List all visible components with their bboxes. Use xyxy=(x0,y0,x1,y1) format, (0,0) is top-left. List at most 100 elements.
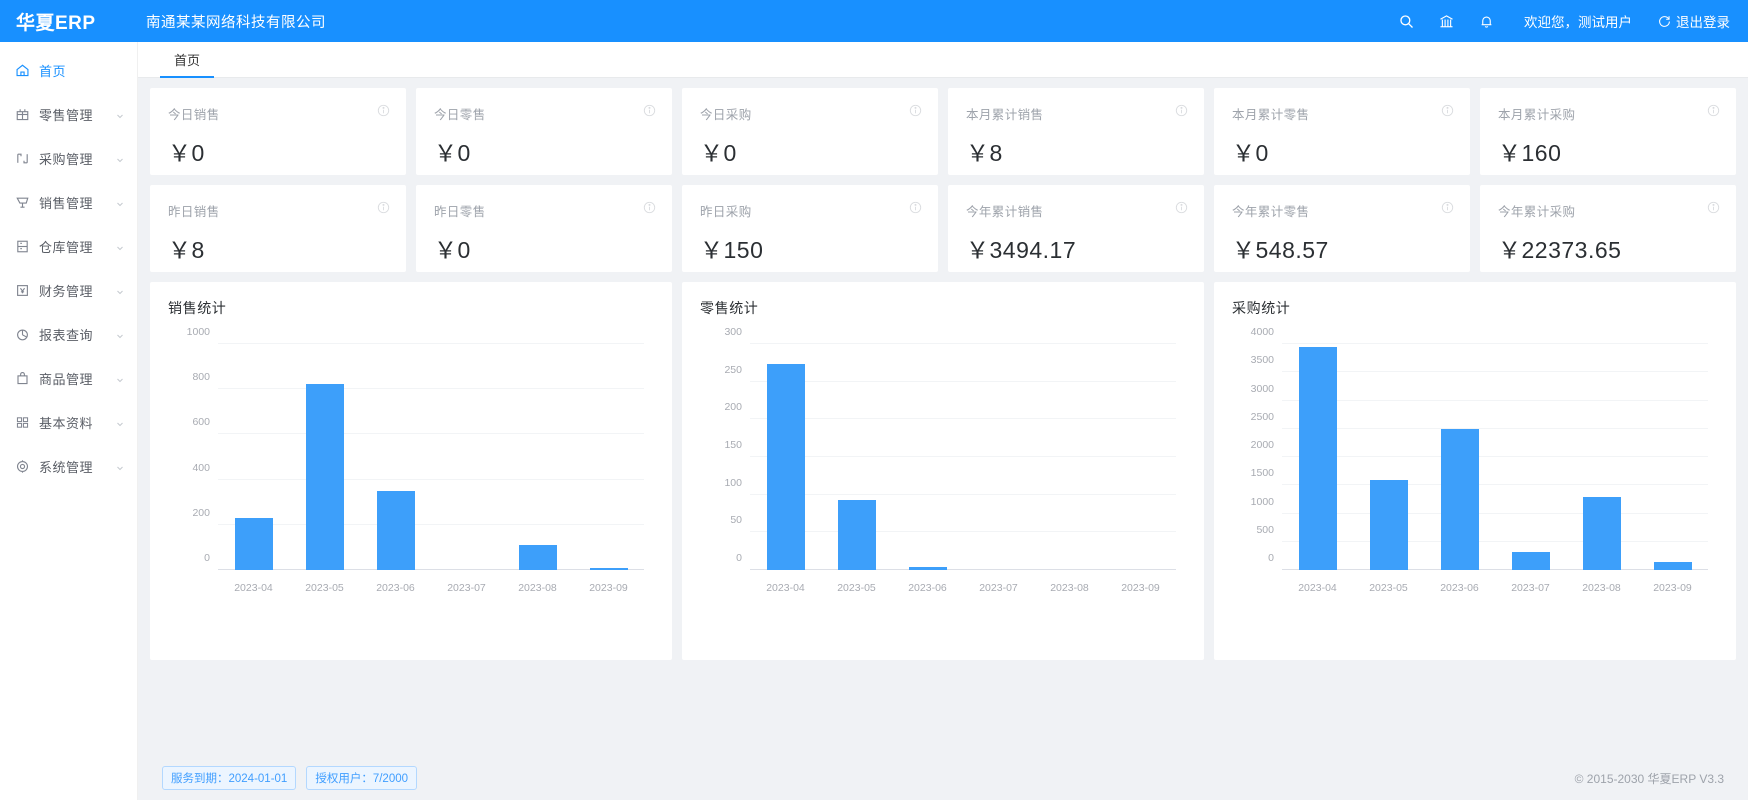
stat-title: 今日采购 xyxy=(700,104,920,123)
y-axis-tick-label: 800 xyxy=(192,371,210,383)
bar[interactable] xyxy=(1299,347,1337,570)
stat-card-row-1: 今日销售 ￥0 今日零售 ￥0 今日采购 ￥0 本月累计销售 ￥8 xyxy=(150,88,1736,175)
chevron-down-icon[interactable] xyxy=(115,417,125,427)
bar[interactable] xyxy=(306,384,344,570)
sidebar-item-retail[interactable]: 零售管理 xyxy=(0,92,137,136)
info-circle-icon[interactable] xyxy=(1441,201,1454,214)
bar[interactable] xyxy=(1583,497,1621,570)
stat-card[interactable]: 本月累计销售 ￥8 xyxy=(948,88,1204,175)
bar[interactable] xyxy=(377,491,415,570)
stat-card[interactable]: 今年累计采购 ￥22373.65 xyxy=(1480,185,1736,272)
info-circle-icon[interactable] xyxy=(909,201,922,214)
info-circle-icon[interactable] xyxy=(1707,104,1720,117)
retail-statistics-plot: 050100150200250300 2023-042023-052023-06… xyxy=(700,336,1186,604)
search-icon[interactable] xyxy=(1386,0,1426,42)
stat-value: ￥0 xyxy=(1232,134,1452,168)
info-circle-icon[interactable] xyxy=(1175,201,1188,214)
tab-home[interactable]: 首页 xyxy=(160,42,214,78)
basic-data-icon xyxy=(14,414,30,430)
sidebar-item-label: 报表查询 xyxy=(39,325,115,344)
bell-icon[interactable] xyxy=(1466,0,1506,42)
chevron-down-icon[interactable] xyxy=(115,329,125,339)
sidebar-item-home[interactable]: 首页 xyxy=(0,48,137,92)
chevron-down-icon[interactable] xyxy=(115,109,125,119)
sidebar-item-sales[interactable]: 销售管理 xyxy=(0,180,137,224)
warehouse-icon xyxy=(14,238,30,254)
stat-value: ￥0 xyxy=(434,134,654,168)
bar[interactable] xyxy=(1654,562,1692,570)
sidebar-item-goods[interactable]: 商品管理 xyxy=(0,356,137,400)
y-axis-tick-label: 3500 xyxy=(1251,354,1274,366)
info-circle-icon[interactable] xyxy=(643,201,656,214)
stat-card[interactable]: 昨日销售 ￥8 xyxy=(150,185,406,272)
y-axis-tick-label: 4000 xyxy=(1251,326,1274,338)
info-circle-icon[interactable] xyxy=(377,201,390,214)
sidebar-item-reports[interactable]: 报表查询 xyxy=(0,312,137,356)
info-circle-icon[interactable] xyxy=(909,104,922,117)
y-axis-tick-label: 2000 xyxy=(1251,439,1274,451)
stat-card[interactable]: 今日销售 ￥0 xyxy=(150,88,406,175)
bank-icon[interactable] xyxy=(1426,0,1466,42)
stat-card[interactable]: 今日采购 ￥0 xyxy=(682,88,938,175)
sidebar-item-purchase[interactable]: 采购管理 xyxy=(0,136,137,180)
stat-value: ￥8 xyxy=(168,231,388,265)
bar[interactable] xyxy=(909,567,947,570)
chevron-down-icon[interactable] xyxy=(115,461,125,471)
x-axis-tick-label: 2023-04 xyxy=(1282,582,1353,594)
bar[interactable] xyxy=(1441,429,1479,570)
sidebar-item-label: 销售管理 xyxy=(39,193,115,212)
welcome-message: 欢迎您，测试用户 xyxy=(1524,11,1632,31)
stat-card[interactable]: 本月累计零售 ￥0 xyxy=(1214,88,1470,175)
purchase-icon xyxy=(14,150,30,166)
chevron-down-icon[interactable] xyxy=(115,373,125,383)
info-circle-icon[interactable] xyxy=(643,104,656,117)
chevron-down-icon[interactable] xyxy=(115,197,125,207)
goods-bag-icon xyxy=(14,370,30,386)
sidebar-item-label: 首页 xyxy=(39,61,125,80)
stat-card[interactable]: 本月累计采购 ￥160 xyxy=(1480,88,1736,175)
y-axis-tick-label: 250 xyxy=(724,364,742,376)
stat-title: 本月累计销售 xyxy=(966,104,1186,123)
stat-title: 今日销售 xyxy=(168,104,388,123)
bar-column xyxy=(360,344,431,570)
x-axis-tick-label: 2023-06 xyxy=(892,582,963,594)
bar[interactable] xyxy=(1370,480,1408,570)
dashboard-content: 今日销售 ￥0 今日零售 ￥0 今日采购 ￥0 本月累计销售 ￥8 xyxy=(138,78,1748,800)
stat-card[interactable]: 昨日采购 ￥150 xyxy=(682,185,938,272)
bar[interactable] xyxy=(838,500,876,570)
info-circle-icon[interactable] xyxy=(377,104,390,117)
chart-title: 采购统计 xyxy=(1232,298,1718,318)
bar-series xyxy=(750,344,1176,570)
bar[interactable] xyxy=(519,545,557,570)
y-axis-tick-label: 200 xyxy=(192,507,210,519)
chevron-down-icon[interactable] xyxy=(115,241,125,251)
logout-button[interactable]: 退出登录 xyxy=(1658,11,1730,31)
sidebar-item-finance[interactable]: 财务管理 xyxy=(0,268,137,312)
info-circle-icon[interactable] xyxy=(1707,201,1720,214)
chevron-down-icon[interactable] xyxy=(115,153,125,163)
x-axis-tick-label: 2023-07 xyxy=(963,582,1034,594)
bar[interactable] xyxy=(767,364,805,570)
sidebar-item-warehouse[interactable]: 仓库管理 xyxy=(0,224,137,268)
stat-value: ￥548.57 xyxy=(1232,231,1452,265)
stat-value: ￥0 xyxy=(168,134,388,168)
retail-statistics-chart-card: 零售统计 050100150200250300 2023-042023-0520… xyxy=(682,282,1204,660)
stat-title: 今日零售 xyxy=(434,104,654,123)
sales-statistics-chart-card: 销售统计 02004006008001000 2023-042023-05202… xyxy=(150,282,672,660)
sidebar-item-basic-data[interactable]: 基本资料 xyxy=(0,400,137,444)
bar[interactable] xyxy=(590,568,628,570)
stat-card[interactable]: 昨日零售 ￥0 xyxy=(416,185,672,272)
stat-card[interactable]: 今日零售 ￥0 xyxy=(416,88,672,175)
tab-strip: 首页 xyxy=(138,42,1748,78)
stat-card[interactable]: 今年累计销售 ￥3494.17 xyxy=(948,185,1204,272)
bar-column xyxy=(502,344,573,570)
chevron-down-icon[interactable] xyxy=(115,285,125,295)
info-circle-icon[interactable] xyxy=(1175,104,1188,117)
purchase-statistics-plot: 05001000150020002500300035004000 2023-04… xyxy=(1232,336,1718,604)
info-circle-icon[interactable] xyxy=(1441,104,1454,117)
bar[interactable] xyxy=(1512,552,1550,570)
x-axis-tick-label: 2023-09 xyxy=(1105,582,1176,594)
sidebar-item-system[interactable]: 系统管理 xyxy=(0,444,137,488)
stat-card[interactable]: 今年累计零售 ￥548.57 xyxy=(1214,185,1470,272)
bar[interactable] xyxy=(235,518,273,570)
